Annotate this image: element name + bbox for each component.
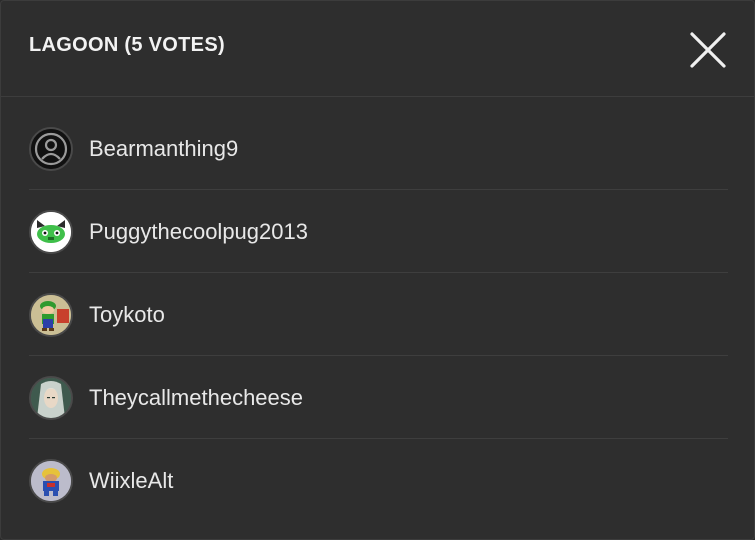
voter-list: Bearmanthing9 Puggythecoolpug2013 Toykot… xyxy=(29,107,728,522)
silver-hair-character-avatar[interactable] xyxy=(29,376,73,420)
default-user-icon[interactable] xyxy=(29,127,73,171)
voters-modal: LAGOON (5 VOTES) Bearmanthing9 Puggythec… xyxy=(0,0,755,540)
luigi-avatar[interactable] xyxy=(29,293,73,337)
voter-name[interactable]: Theycallmethecheese xyxy=(89,385,303,411)
voter-name[interactable]: WiixleAlt xyxy=(89,468,173,494)
voter-row[interactable]: Puggythecoolpug2013 xyxy=(29,190,728,273)
close-icon[interactable] xyxy=(687,29,729,71)
voter-row[interactable]: Theycallmethecheese xyxy=(29,356,728,439)
voter-name[interactable]: Toykoto xyxy=(89,302,165,328)
modal-header: LAGOON (5 VOTES) xyxy=(1,1,754,97)
voter-row[interactable]: Bearmanthing9 xyxy=(29,107,728,190)
voter-name[interactable]: Bearmanthing9 xyxy=(89,136,238,162)
green-pug-avatar[interactable] xyxy=(29,210,73,254)
voter-row[interactable]: Toykoto xyxy=(29,273,728,356)
modal-title: LAGOON (5 VOTES) xyxy=(29,34,225,56)
voter-name[interactable]: Puggythecoolpug2013 xyxy=(89,219,308,245)
blue-character-avatar[interactable] xyxy=(29,459,73,503)
voter-row[interactable]: WiixleAlt xyxy=(29,439,728,522)
